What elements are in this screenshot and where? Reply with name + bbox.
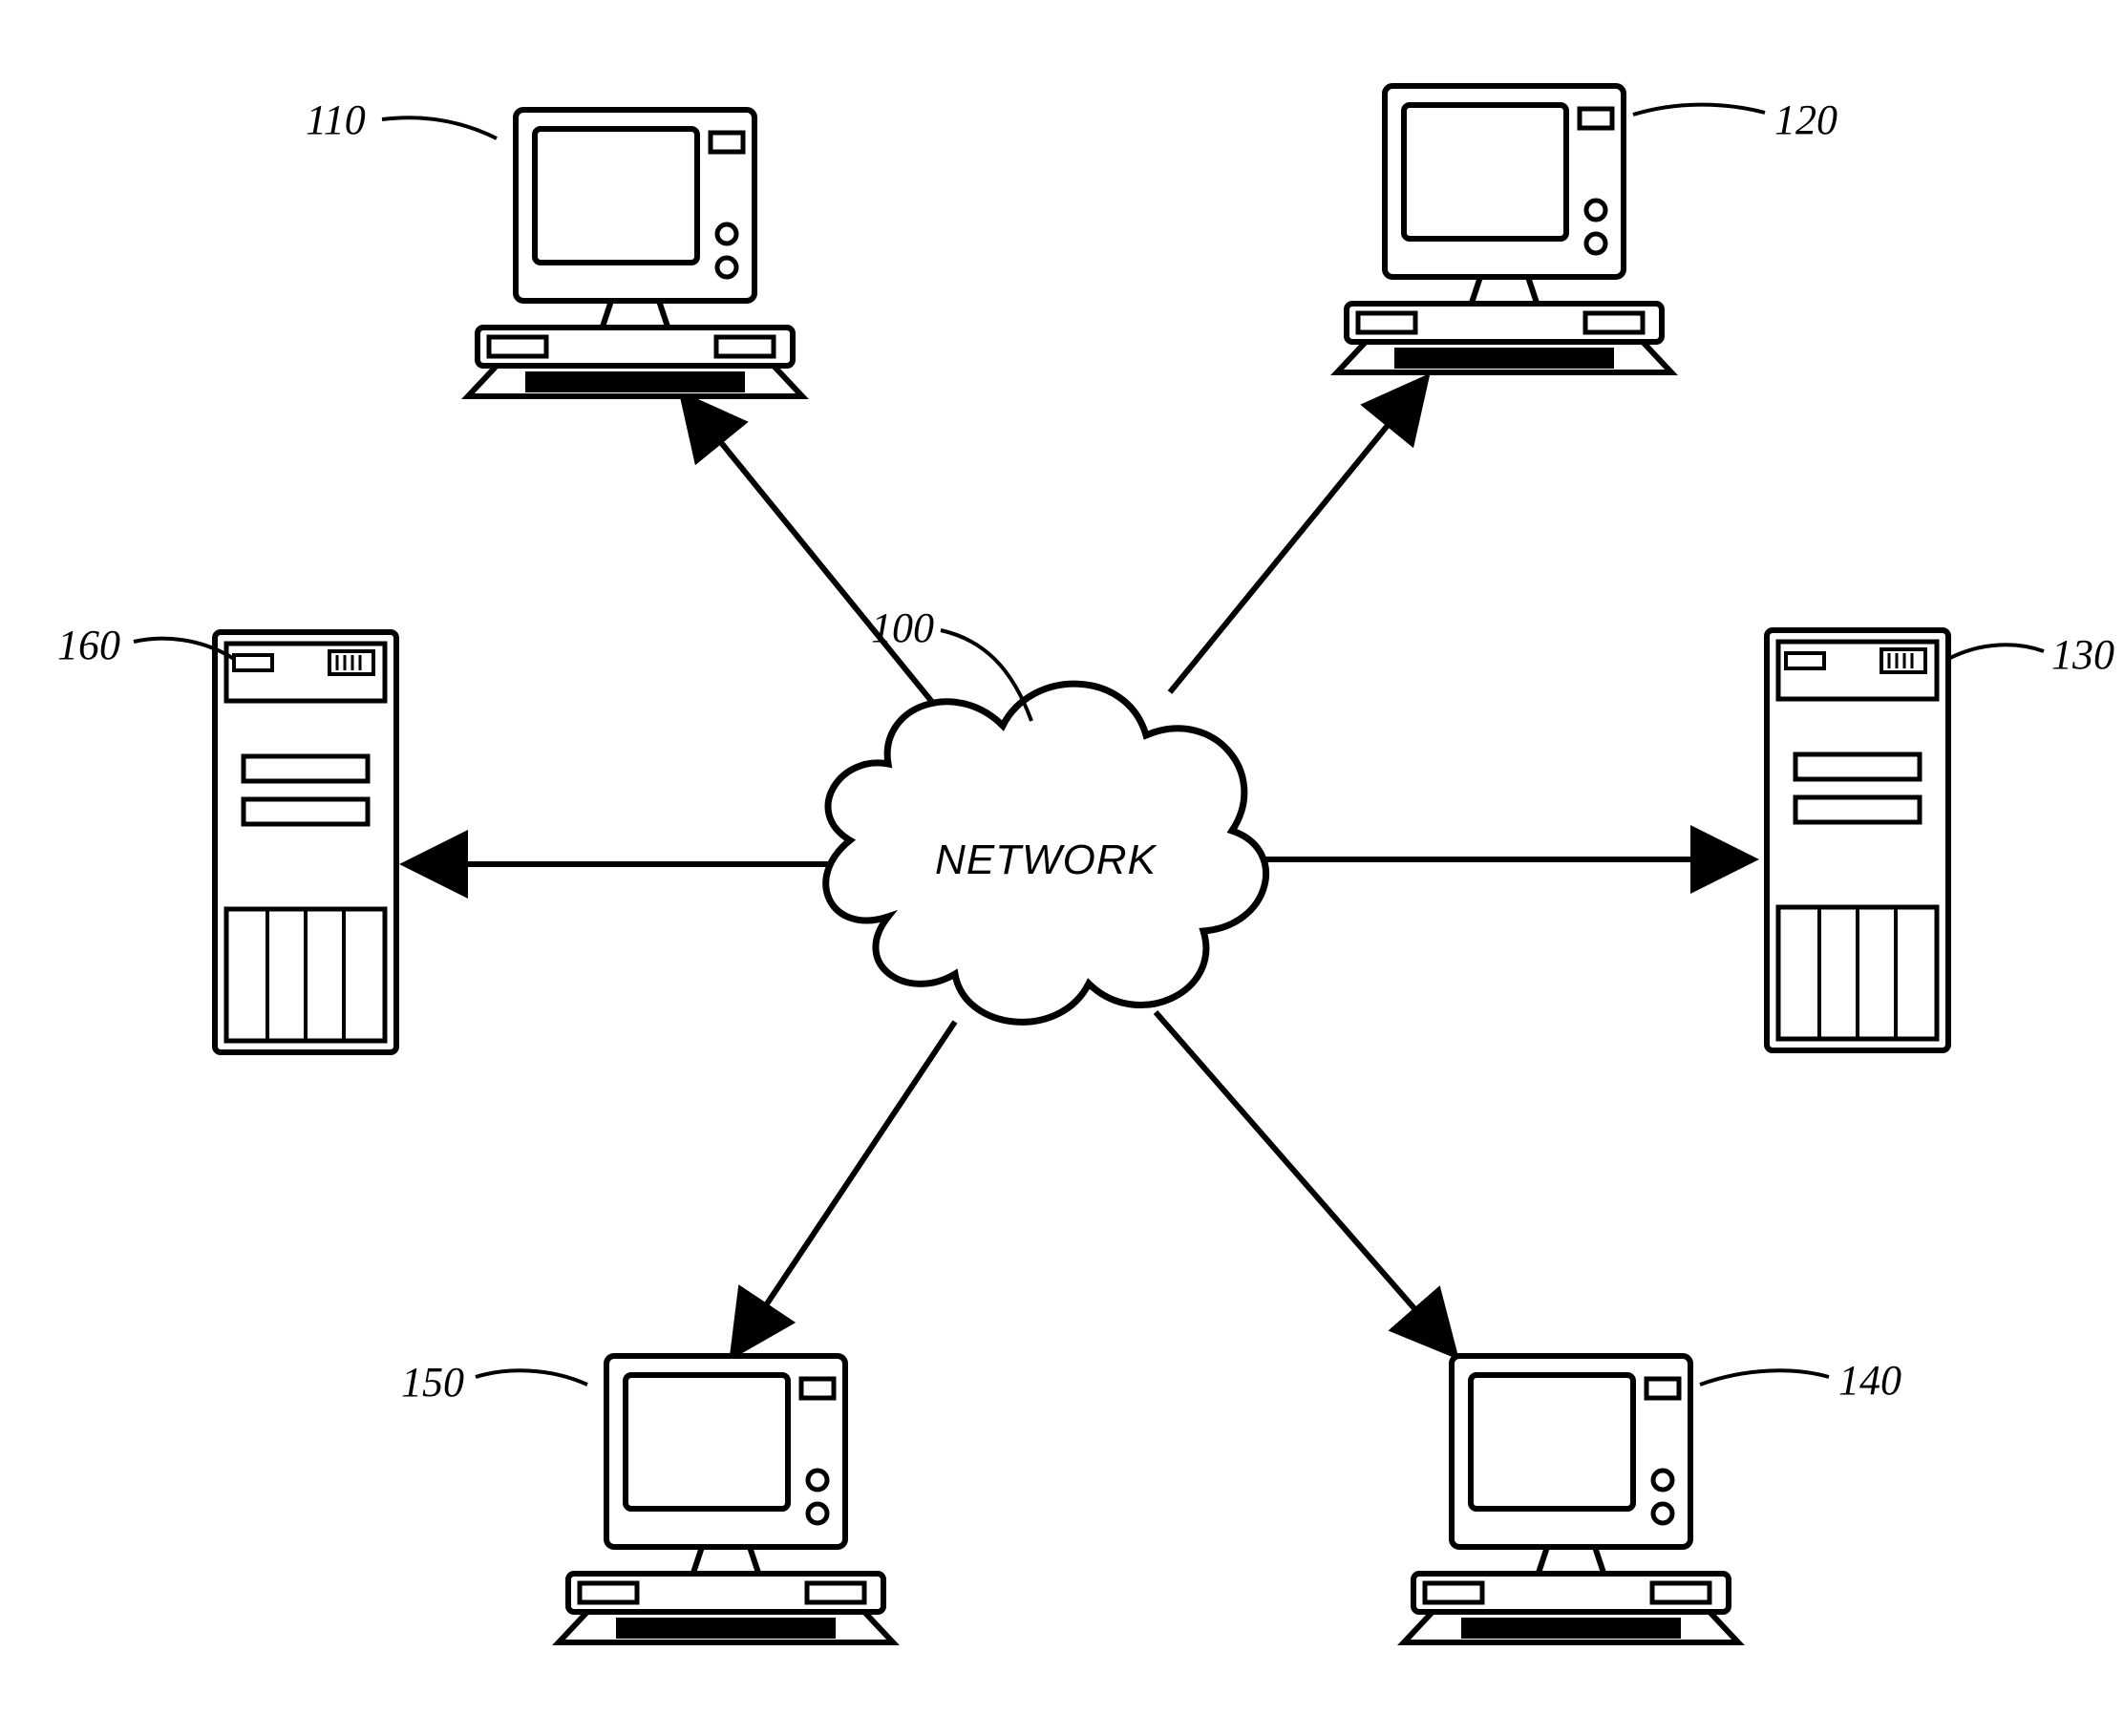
svg-text:150: 150 bbox=[401, 1359, 464, 1406]
edge-network-to-pc-bottom-right bbox=[1156, 1012, 1452, 1351]
edge-network-to-pc-top-left bbox=[686, 399, 936, 707]
svg-text:160: 160 bbox=[57, 622, 120, 668]
svg-text:130: 130 bbox=[2051, 631, 2114, 678]
svg-text:120: 120 bbox=[1774, 96, 1837, 143]
node-server-right: 130 bbox=[1767, 630, 2114, 1050]
network-label: NETWORK bbox=[935, 836, 1158, 883]
network-cloud: NETWORK bbox=[826, 684, 1266, 1022]
node-pc-top-left: 110 bbox=[306, 96, 802, 396]
svg-text:100: 100 bbox=[871, 604, 934, 651]
svg-text:140: 140 bbox=[1838, 1357, 1901, 1404]
node-server-left: 160 bbox=[57, 622, 396, 1052]
node-pc-top-right: 120 bbox=[1337, 86, 1837, 372]
edge-network-to-pc-bottom-left bbox=[735, 1022, 955, 1351]
node-pc-bottom-right: 140 bbox=[1404, 1356, 1901, 1642]
edge-network-to-pc-top-right bbox=[1170, 382, 1423, 692]
node-pc-bottom-left: 150 bbox=[401, 1356, 893, 1642]
svg-text:110: 110 bbox=[306, 96, 366, 143]
